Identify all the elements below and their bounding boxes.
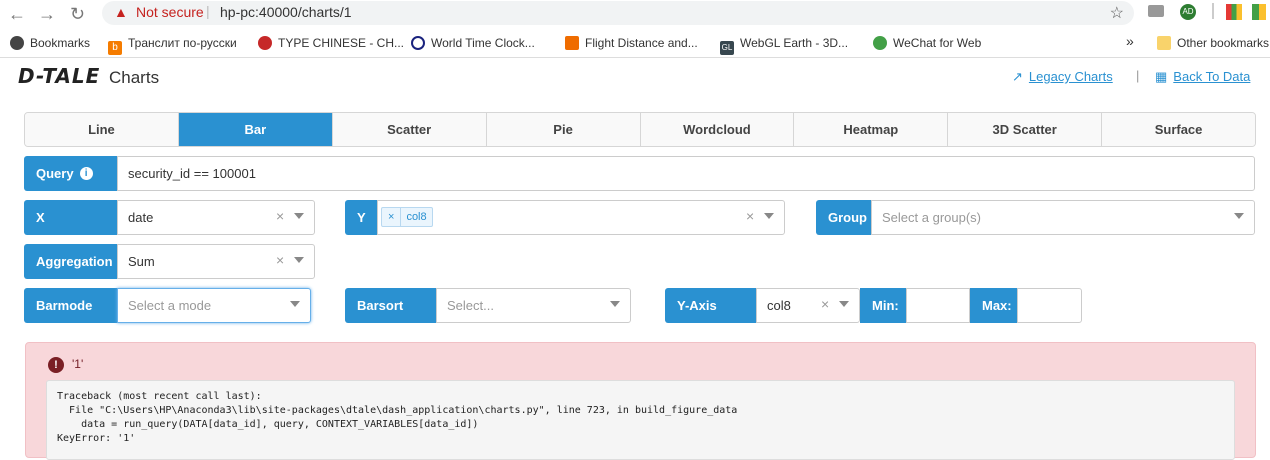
warning-icon: ▲ xyxy=(114,4,128,20)
barmode-label: Barmode xyxy=(24,288,117,323)
chip-remove-icon[interactable]: × xyxy=(382,208,402,226)
reload-icon[interactable]: ↻ xyxy=(70,4,85,25)
folder-icon xyxy=(1157,36,1171,50)
security-label: Not secure xyxy=(136,4,204,20)
error-panel: ! '1' Traceback (most recent call last):… xyxy=(25,342,1256,460)
x-label: X xyxy=(24,200,117,235)
bookmark-star-icon[interactable]: ☆ xyxy=(1110,3,1124,23)
tab-3d-scatter[interactable]: 3D Scatter xyxy=(948,113,1103,146)
group-label: Group xyxy=(816,200,871,235)
y-label: Y xyxy=(345,200,377,235)
max-input[interactable] xyxy=(1017,288,1082,323)
min-input[interactable] xyxy=(906,288,970,323)
bookmark-item[interactable]: Flight Distance and... xyxy=(565,36,698,50)
browser-toolbar: ← → ↻ ▲ Not secure | hp-pc:40000/charts/… xyxy=(0,0,1270,30)
tab-pie[interactable]: Pie xyxy=(486,113,641,146)
x-clear-icon[interactable]: × xyxy=(276,208,284,224)
chart-line-icon: ↗ xyxy=(1012,69,1023,84)
tab-line[interactable]: Line xyxy=(25,113,179,146)
max-label: Max: xyxy=(970,288,1017,323)
page-title: Charts xyxy=(109,68,160,87)
back-to-data-link[interactable]: ▦ Back To Data xyxy=(1155,69,1250,85)
tab-scatter[interactable]: Scatter xyxy=(332,113,487,146)
aggregation-label: Aggregation xyxy=(24,244,117,279)
aggregation-select[interactable]: Sum xyxy=(117,244,315,279)
bookmark-item[interactable]: WeChat for Web xyxy=(873,36,981,50)
clock-icon xyxy=(411,36,425,50)
info-icon[interactable]: i xyxy=(79,167,93,180)
address-bar[interactable]: ▲ Not secure | hp-pc:40000/charts/1 ☆ xyxy=(102,1,1134,25)
tab-bar[interactable]: Bar xyxy=(178,113,333,146)
x-select[interactable]: date xyxy=(117,200,315,235)
cherry-icon xyxy=(258,36,272,50)
toolbar-divider xyxy=(1212,3,1214,19)
bookmark-item[interactable]: TYPE CHINESE - CH... xyxy=(258,36,404,50)
extension-icon[interactable] xyxy=(1252,4,1266,20)
extension-icon[interactable] xyxy=(1226,4,1242,20)
table-icon: ▦ xyxy=(1155,69,1168,84)
aggregation-clear-icon[interactable]: × xyxy=(276,252,284,268)
camera-icon[interactable] xyxy=(1148,5,1164,17)
y-select[interactable] xyxy=(377,200,785,235)
address-separator: | xyxy=(206,3,210,19)
query-input[interactable]: security_id == 100001 xyxy=(117,156,1255,191)
other-bookmarks[interactable]: Other bookmarks xyxy=(1157,36,1269,50)
chart-type-tabs: Line Bar Scatter Pie Wordcloud Heatmap 3… xyxy=(24,112,1256,147)
error-icon: ! xyxy=(48,357,64,373)
apps-icon xyxy=(10,36,24,50)
yaxis-clear-icon[interactable]: × xyxy=(821,296,829,312)
tab-wordcloud[interactable]: Wordcloud xyxy=(640,113,795,146)
min-label: Min: xyxy=(860,288,906,323)
traceback-block: Traceback (most recent call last): File … xyxy=(46,380,1235,460)
barmode-chevron-down-icon[interactable] xyxy=(290,301,300,307)
y-clear-icon[interactable]: × xyxy=(746,208,754,224)
tab-heatmap[interactable]: Heatmap xyxy=(794,113,949,146)
barmode-select[interactable]: Select a mode xyxy=(117,288,311,323)
group-select[interactable]: Select a group(s) xyxy=(871,200,1255,235)
legacy-charts-link[interactable]: ↗ Legacy Charts xyxy=(1012,69,1113,85)
bookmark-item[interactable]: GL WebGL Earth - 3D... xyxy=(720,36,848,55)
barsort-select[interactable]: Select... xyxy=(436,288,631,323)
back-arrow-icon[interactable]: ← xyxy=(8,4,26,25)
url-text[interactable]: hp-pc:40000/charts/1 xyxy=(220,4,352,20)
yaxis-label: Y-Axis xyxy=(665,288,756,323)
webgl-icon: GL xyxy=(720,41,734,55)
aggregation-chevron-down-icon[interactable] xyxy=(294,257,304,263)
dtale-logo: D-TALE xyxy=(18,64,101,88)
yaxis-chevron-down-icon[interactable] xyxy=(839,301,849,307)
error-message: '1' xyxy=(72,357,84,371)
wechat-icon xyxy=(873,36,887,50)
barsort-chevron-down-icon[interactable] xyxy=(610,301,620,307)
y-selected-chip: × col8 xyxy=(381,207,433,227)
forward-arrow-icon[interactable]: → xyxy=(38,4,56,25)
y-chevron-down-icon[interactable] xyxy=(764,213,774,219)
tab-surface[interactable]: Surface xyxy=(1102,113,1255,146)
query-label: Query i xyxy=(24,156,117,191)
profile-avatar[interactable]: AD xyxy=(1180,4,1196,20)
bookmark-item[interactable]: b Транслит по-русски xyxy=(108,36,237,55)
group-chevron-down-icon[interactable] xyxy=(1234,213,1244,219)
bookmarks-bar: Bookmarks b Транслит по-русски TYPE CHINE… xyxy=(0,30,1270,58)
barsort-label: Barsort xyxy=(345,288,436,323)
bookmarks-overflow[interactable]: » xyxy=(1126,33,1134,49)
translit-icon: b xyxy=(108,41,122,55)
bookmark-item[interactable]: World Time Clock... xyxy=(411,36,535,50)
bookmark-item[interactable]: Bookmarks xyxy=(10,36,90,50)
header-separator: | xyxy=(1136,68,1140,83)
x-chevron-down-icon[interactable] xyxy=(294,213,304,219)
plane-icon xyxy=(565,36,579,50)
